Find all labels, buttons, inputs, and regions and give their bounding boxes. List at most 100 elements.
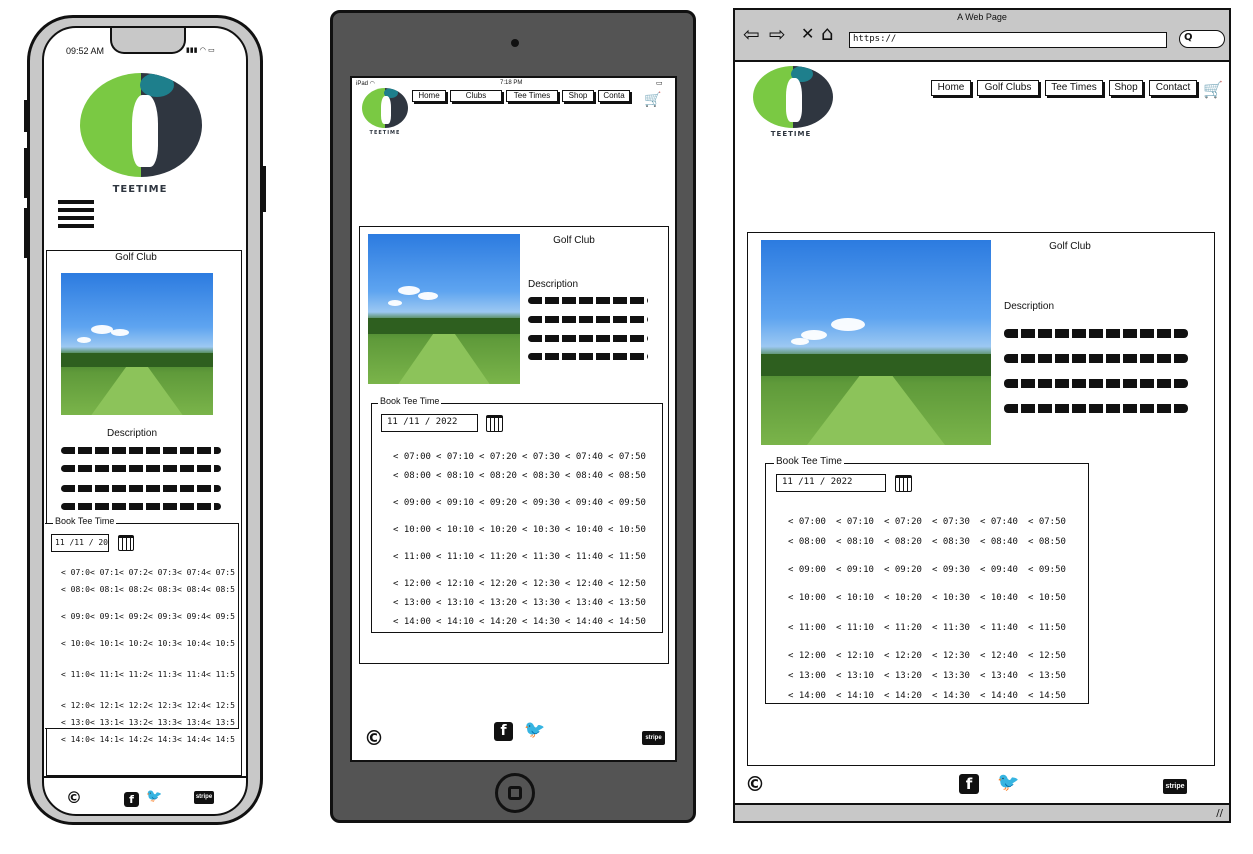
- tablet-nav-tee-times[interactable]: Tee Times: [506, 90, 558, 102]
- tablet-nav-clubs[interactable]: Clubs: [450, 90, 502, 102]
- forward-icon[interactable]: ⇨: [769, 22, 786, 46]
- tee-time-slot[interactable]: < 11:40: [980, 618, 1028, 638]
- tee-time-slot[interactable]: < 11:40: [565, 548, 608, 567]
- tablet-nav-shop[interactable]: Shop: [562, 90, 594, 102]
- tee-time-slot[interactable]: < 11:20: [119, 666, 148, 683]
- tee-time-slot[interactable]: < 11:20: [884, 618, 932, 638]
- tee-time-slot[interactable]: < 10:30: [148, 635, 177, 652]
- tee-time-slot[interactable]: < 09:40: [177, 608, 206, 625]
- tee-time-slot[interactable]: < 11:00: [61, 666, 90, 683]
- tee-time-slot[interactable]: < 09:40: [565, 494, 608, 513]
- twitter-icon[interactable]: 🐦: [524, 720, 545, 740]
- tee-time-slot[interactable]: < 07:30: [932, 512, 980, 532]
- calendar-icon[interactable]: [895, 475, 912, 492]
- tee-time-slot[interactable]: < 13:50: [608, 594, 651, 613]
- tee-time-slot[interactable]: < 10:40: [980, 588, 1028, 608]
- tee-time-slot[interactable]: < 07:10: [90, 564, 119, 581]
- tee-time-slot[interactable]: < 08:20: [119, 581, 148, 598]
- phone-date-input[interactable]: 11 /11 / 202: [51, 534, 109, 552]
- tee-time-slot[interactable]: < 07:20: [479, 448, 522, 467]
- tee-time-slot[interactable]: < 11:30: [932, 618, 980, 638]
- tee-time-slot[interactable]: < 07:50: [206, 564, 235, 581]
- tee-time-slot[interactable]: < 13:00: [788, 666, 836, 686]
- tee-time-slot[interactable]: < 10:10: [836, 588, 884, 608]
- tee-time-slot[interactable]: < 09:20: [479, 494, 522, 513]
- tee-time-slot[interactable]: < 11:50: [206, 666, 235, 683]
- tee-time-slot[interactable]: < 09:30: [148, 608, 177, 625]
- tee-time-slot[interactable]: < 07:40: [177, 564, 206, 581]
- tee-time-slot[interactable]: < 14:20: [119, 731, 148, 748]
- tee-time-slot[interactable]: < 08:40: [177, 581, 206, 598]
- tee-time-slot[interactable]: < 10:40: [177, 635, 206, 652]
- tee-time-slot[interactable]: < 10:50: [1028, 588, 1076, 608]
- tee-time-slot[interactable]: < 12:20: [119, 697, 148, 714]
- tee-time-slot[interactable]: < 14:00: [61, 731, 90, 748]
- tee-time-slot[interactable]: < 08:40: [980, 532, 1028, 552]
- tee-time-slot[interactable]: < 12:30: [522, 575, 565, 594]
- tablet-nav-home[interactable]: Home: [412, 90, 446, 102]
- tee-time-slot[interactable]: < 13:40: [980, 666, 1028, 686]
- tee-time-slot[interactable]: < 13:00: [393, 594, 436, 613]
- close-icon[interactable]: ✕: [801, 24, 814, 43]
- tee-time-slot[interactable]: < 09:30: [522, 494, 565, 513]
- tee-time-slot[interactable]: < 10:50: [608, 521, 651, 540]
- tee-time-slot[interactable]: < 08:30: [522, 467, 565, 486]
- tee-time-slot[interactable]: < 07:20: [119, 564, 148, 581]
- desktop-nav-contact[interactable]: Contact: [1149, 80, 1197, 96]
- tee-time-slot[interactable]: < 13:20: [479, 594, 522, 613]
- tee-time-slot[interactable]: < 10:20: [119, 635, 148, 652]
- tee-time-slot[interactable]: < 14:00: [393, 613, 436, 632]
- tee-time-slot[interactable]: < 09:50: [608, 494, 651, 513]
- tee-time-slot[interactable]: < 08:20: [884, 532, 932, 552]
- tee-time-slot[interactable]: < 07:00: [393, 448, 436, 467]
- tee-time-slot[interactable]: < 10:20: [884, 588, 932, 608]
- tee-time-slot[interactable]: < 11:10: [836, 618, 884, 638]
- tee-time-slot[interactable]: < 12:10: [436, 575, 479, 594]
- tee-time-slot[interactable]: < 09:10: [436, 494, 479, 513]
- tee-time-slot[interactable]: < 07:50: [608, 448, 651, 467]
- tee-time-slot[interactable]: < 07:20: [884, 512, 932, 532]
- tee-time-slot[interactable]: < 08:30: [148, 581, 177, 598]
- tee-time-slot[interactable]: < 14:10: [90, 731, 119, 748]
- tee-time-slot[interactable]: < 09:10: [836, 560, 884, 580]
- tee-time-slot[interactable]: < 09:50: [206, 608, 235, 625]
- tee-time-slot[interactable]: < 12:40: [565, 575, 608, 594]
- tee-time-slot[interactable]: < 09:00: [788, 560, 836, 580]
- tee-time-slot[interactable]: < 10:20: [479, 521, 522, 540]
- tee-time-slot[interactable]: < 08:10: [836, 532, 884, 552]
- tee-time-slot[interactable]: < 12:50: [206, 697, 235, 714]
- tee-time-slot[interactable]: < 11:10: [90, 666, 119, 683]
- tee-time-slot[interactable]: < 10:00: [788, 588, 836, 608]
- tee-time-slot[interactable]: < 07:40: [565, 448, 608, 467]
- tee-time-slot[interactable]: < 10:10: [90, 635, 119, 652]
- tee-time-slot[interactable]: < 10:30: [932, 588, 980, 608]
- tee-time-slot[interactable]: < 13:00: [61, 714, 90, 731]
- tee-time-slot[interactable]: < 08:30: [932, 532, 980, 552]
- tee-time-slot[interactable]: < 11:00: [393, 548, 436, 567]
- tee-time-slot[interactable]: < 14:40: [980, 686, 1028, 706]
- tee-time-slot[interactable]: < 14:10: [836, 686, 884, 706]
- tee-time-slot[interactable]: < 12:10: [836, 646, 884, 666]
- tee-time-slot[interactable]: < 13:30: [148, 714, 177, 731]
- tablet-nav-contact[interactable]: Conta: [598, 90, 630, 102]
- tee-time-slot[interactable]: < 10:10: [436, 521, 479, 540]
- tee-time-slot[interactable]: < 08:10: [90, 581, 119, 598]
- tee-time-slot[interactable]: < 14:20: [884, 686, 932, 706]
- tee-time-slot[interactable]: < 08:00: [61, 581, 90, 598]
- tee-time-slot[interactable]: < 07:00: [61, 564, 90, 581]
- tee-time-slot[interactable]: < 07:10: [436, 448, 479, 467]
- tee-time-slot[interactable]: < 14:00: [788, 686, 836, 706]
- tee-time-slot[interactable]: < 11:30: [148, 666, 177, 683]
- tee-time-slot[interactable]: < 09:20: [119, 608, 148, 625]
- desktop-logo[interactable]: [753, 66, 833, 128]
- tablet-home-button[interactable]: [495, 773, 535, 813]
- tee-time-slot[interactable]: < 10:40: [565, 521, 608, 540]
- tee-time-slot[interactable]: < 09:50: [1028, 560, 1076, 580]
- tee-time-slot[interactable]: < 10:00: [393, 521, 436, 540]
- tee-time-slot[interactable]: < 08:10: [436, 467, 479, 486]
- tee-time-slot[interactable]: < 10:00: [61, 635, 90, 652]
- cart-icon[interactable]: 🛒: [1203, 80, 1223, 99]
- tee-time-slot[interactable]: < 08:00: [393, 467, 436, 486]
- calendar-icon[interactable]: [486, 415, 503, 432]
- resize-grip-icon[interactable]: //: [1216, 808, 1223, 819]
